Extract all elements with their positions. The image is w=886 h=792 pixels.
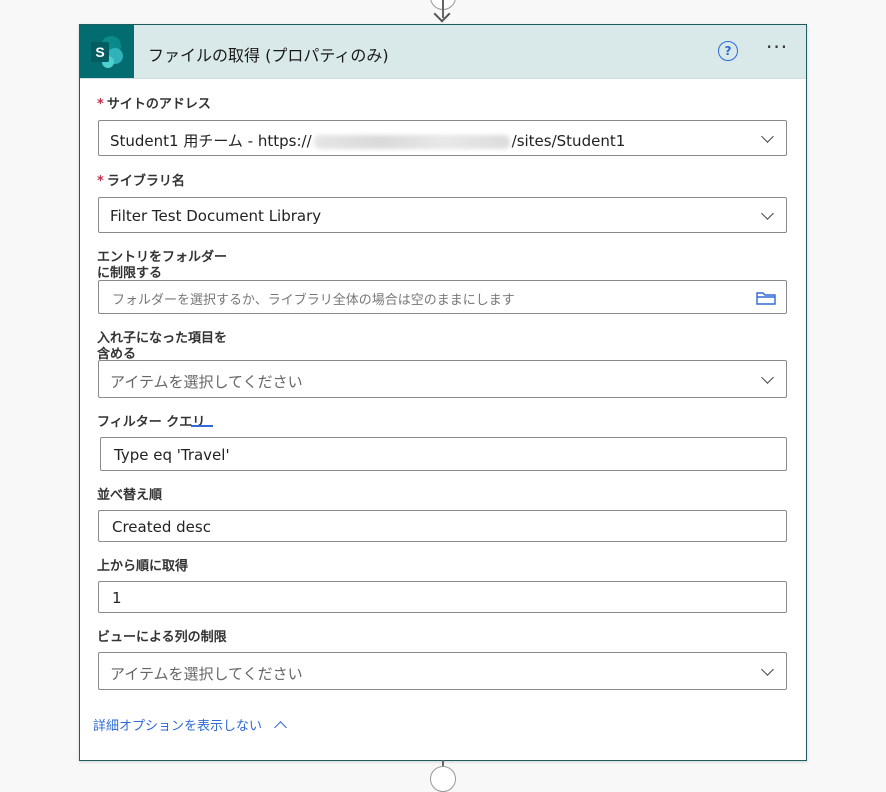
include-nested-placeholder: アイテムを選択してください [110,373,303,391]
order-by-label: 並べ替え順 [97,488,163,503]
add-step-circle-bottom[interactable] [430,766,456,792]
folder-limit-placeholder: フォルダーを選択するか、ライブラリ全体の場合は空のままにします [112,293,515,308]
hide-advanced-options-text: 詳細オプションを表示しない [93,719,263,734]
site-address-label: * サイトのアドレス [97,97,211,113]
hide-advanced-options-link[interactable]: 詳細オプションを表示しない [93,715,287,734]
chevron-down-icon[interactable] [761,663,774,676]
folder-limit-input[interactable]: フォルダーを選択するか、ライブラリ全体の場合は空のままにします [98,280,787,314]
help-icon[interactable]: ? [718,41,738,61]
library-name-dropdown[interactable]: Filter Test Document Library [98,197,787,233]
library-name-label: * ライブラリ名 [97,174,185,190]
view-limit-placeholder: アイテムを選択してください [110,665,303,683]
chevron-down-icon[interactable] [761,371,774,384]
folder-limit-label: エントリをフォルダー に制限する [97,250,227,282]
top-count-label: 上から順に取得 [97,559,189,574]
action-card: S ファイルの取得 (プロパティのみ) ? ··· * サイトのアドレス Stud… [79,24,807,761]
site-address-suffix: /sites/Student1 [511,132,626,150]
filter-query-label: フィルター クエリ [97,415,206,430]
required-marker: * [97,174,104,189]
filter-query-input[interactable]: Type eq 'Travel' [100,437,787,471]
svg-text:S: S [95,44,104,60]
view-limit-label: ビューによる列の制限 [97,630,227,645]
top-count-input[interactable]: 1 [98,581,787,613]
view-limit-dropdown[interactable]: アイテムを選択してください [98,652,787,690]
card-title: ファイルの取得 (プロパティのみ) [148,46,389,65]
site-address-label-text: サイトのアドレス [106,97,211,112]
chevron-up-icon [274,721,287,734]
include-nested-label: 入れ子になった項目を 含める [97,331,227,363]
site-address-dropdown[interactable]: Student1 用チーム - https:// /sites/Student1 [98,120,787,156]
site-address-prefix: Student1 用チーム - https:// [110,132,312,150]
chevron-down-icon[interactable] [761,207,774,220]
sharepoint-icon: S [80,25,134,78]
site-address-value: Student1 用チーム - https:// /sites/Student1 [110,130,625,151]
filter-query-value: Type eq 'Travel' [114,446,230,464]
redacted-host [313,134,510,149]
folder-limit-label-line1: エントリをフォルダー [97,250,228,265]
more-options-icon[interactable]: ··· [766,37,788,57]
folder-icon[interactable] [756,290,776,310]
include-nested-dropdown[interactable]: アイテムを選択してください [98,360,787,398]
chevron-down-icon[interactable] [761,130,774,143]
include-nested-label-line1: 入れ子になった項目を [97,331,228,346]
top-count-value: 1 [112,589,122,607]
required-marker: * [97,97,104,112]
library-name-value: Filter Test Document Library [110,207,322,225]
card-header[interactable]: S ファイルの取得 (プロパティのみ) ? ··· [80,25,806,79]
cursor-underline [191,425,213,427]
order-by-input[interactable]: Created desc [98,510,787,542]
library-name-label-text: ライブラリ名 [106,174,185,189]
order-by-value: Created desc [112,518,211,536]
